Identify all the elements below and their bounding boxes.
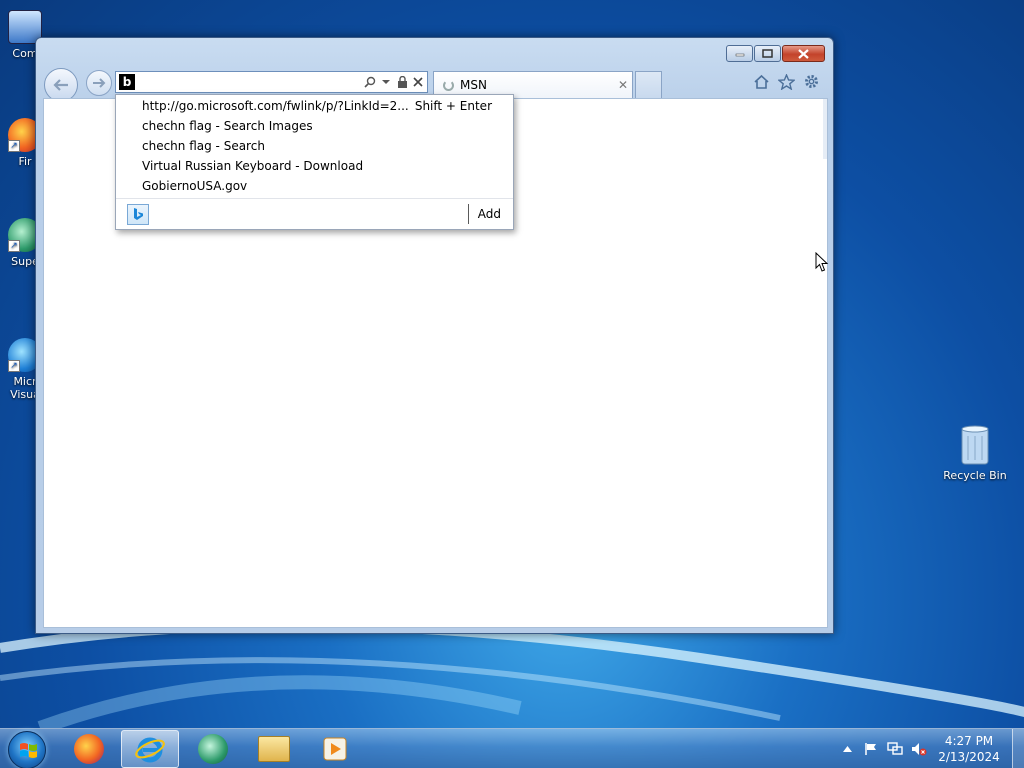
tab-close-icon[interactable]: ✕ <box>614 78 632 92</box>
clock-time: 4:27 PM <box>944 734 994 748</box>
maximize-button[interactable] <box>754 45 781 62</box>
loading-spinner-icon <box>443 79 454 91</box>
action-center-flag-icon[interactable] <box>862 740 880 758</box>
show-desktop-button[interactable] <box>1012 729 1024 768</box>
minimize-button[interactable] <box>726 45 753 62</box>
taskbar-media-player-button[interactable] <box>306 730 364 768</box>
suggestion-text: GobiernoUSA.gov <box>142 179 248 193</box>
address-bar: b <box>115 71 428 93</box>
home-icon[interactable] <box>752 72 771 91</box>
shortcut-arrow-icon: ↗ <box>8 360 20 372</box>
file-explorer-icon <box>258 736 290 762</box>
desktop-icon-label: Recycle Bin <box>943 469 1007 482</box>
suggestion-text: Virtual Russian Keyboard - Download <box>142 159 364 173</box>
network-icon[interactable] <box>886 740 904 758</box>
forward-arrow-icon <box>93 78 106 88</box>
taskbar: 4:27 PM 2/13/2024 <box>0 728 1024 768</box>
bing-icon <box>134 208 143 220</box>
suggestion-item[interactable]: chechn flag - Search <box>116 136 513 156</box>
firefox-icon <box>74 734 104 764</box>
internet-explorer-icon <box>135 737 165 763</box>
address-suggestions-dropdown: http://go.microsoft.com/fwlink/p/?LinkId… <box>115 94 514 230</box>
address-input[interactable] <box>135 73 363 91</box>
suggestion-item[interactable]: GobiernoUSA.gov <box>116 176 513 196</box>
close-window-button[interactable] <box>782 45 825 62</box>
windows-logo-icon <box>20 743 37 758</box>
taskbar-internet-explorer-button[interactable] <box>121 730 179 768</box>
taskbar-firefox-button[interactable] <box>60 730 118 768</box>
volume-muted-icon[interactable] <box>910 740 928 758</box>
suggestion-text: chechn flag - Search Images <box>142 119 313 133</box>
suggestion-item[interactable]: Virtual Russian Keyboard - Download <box>116 156 513 176</box>
suggestion-shortcut-hint: Shift + Enter <box>414 99 492 113</box>
maximize-icon <box>762 49 773 58</box>
shortcut-arrow-icon: ↗ <box>8 140 20 152</box>
suggestion-footer: Add <box>116 198 513 229</box>
tab-title: MSN <box>460 78 487 92</box>
taskbar-app-button[interactable] <box>184 730 242 768</box>
media-player-icon <box>323 737 347 761</box>
lock-icon[interactable] <box>395 74 409 90</box>
taskbar-clock[interactable]: 4:27 PM 2/13/2024 <box>934 733 1004 765</box>
shortcut-arrow-icon: ↗ <box>8 240 20 252</box>
app-icon <box>198 734 228 764</box>
show-hidden-icons-icon[interactable] <box>838 740 856 758</box>
start-button[interactable] <box>8 731 46 768</box>
recycle-bin-icon <box>959 424 991 466</box>
gear-icon[interactable] <box>802 72 821 91</box>
back-button[interactable] <box>44 68 78 102</box>
suggestion-list: http://go.microsoft.com/fwlink/p/?LinkId… <box>116 95 513 196</box>
site-favicon-icon: b <box>119 74 135 90</box>
stop-icon[interactable] <box>411 74 425 90</box>
favorites-star-icon[interactable] <box>777 72 796 91</box>
browser-tools <box>752 72 821 91</box>
clock-date: 2/13/2024 <box>938 750 1000 764</box>
scrollbar[interactable] <box>823 99 827 159</box>
new-tab-button[interactable] <box>635 71 662 98</box>
close-icon <box>798 48 809 59</box>
suggestion-item[interactable]: http://go.microsoft.com/fwlink/p/?LinkId… <box>116 96 513 116</box>
window-controls <box>726 45 825 62</box>
divider <box>468 204 469 224</box>
bing-search-provider-button[interactable] <box>127 203 149 225</box>
minimize-icon <box>735 53 744 56</box>
suggestion-text: chechn flag - Search <box>142 139 265 153</box>
taskbar-file-explorer-button[interactable] <box>245 730 303 768</box>
mouse-cursor-icon <box>815 252 829 272</box>
back-arrow-icon <box>53 79 68 91</box>
forward-button[interactable] <box>86 70 112 96</box>
add-provider-button[interactable]: Add <box>478 207 501 221</box>
desktop-icon-recycle-bin[interactable]: Recycle Bin <box>938 424 1012 482</box>
suggestion-text: http://go.microsoft.com/fwlink/p/?LinkId… <box>142 99 409 113</box>
suggestion-item[interactable]: chechn flag - Search Images <box>116 116 513 136</box>
search-icon[interactable] <box>363 74 377 90</box>
system-tray: 4:27 PM 2/13/2024 <box>838 729 1024 768</box>
chevron-down-icon[interactable] <box>379 74 393 90</box>
